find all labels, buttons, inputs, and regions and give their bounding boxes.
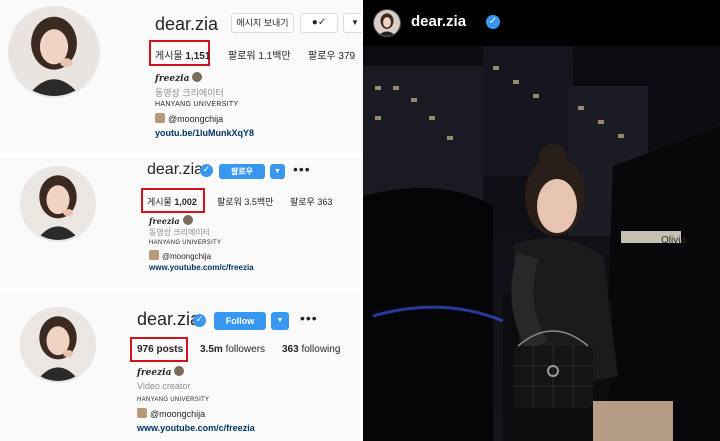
profile-screenshot-korean-1: dear.zia 메시지 보내기 ●✓ ▼ 게시물 1,151 팔로워 1.1백… [0,0,362,152]
post-author-avatar[interactable] [373,9,401,37]
face-emoji-icon [155,113,165,123]
following-count[interactable]: 363 following [282,344,340,355]
verified-badge-icon: ✓ [486,15,500,29]
bio-handle[interactable]: @moongchija [149,250,211,261]
post-author-username[interactable]: dear.zia [411,13,466,30]
cat-emoji-icon [174,366,185,376]
posts-count: 게시물 1,151 [155,51,211,62]
full-name: 𝒇𝒓𝒆𝒆𝒛𝒊𝒂 [155,72,203,84]
message-button[interactable]: 메시지 보내기 [231,13,294,33]
verified-badge-icon: ✓ [193,314,206,327]
username: dear.zia [155,14,219,34]
chevron-down-icon: ▼ [274,168,281,175]
cat-emoji-icon [182,215,193,225]
followed-dropdown-button[interactable]: ●✓ [300,13,338,33]
bio-link[interactable]: www.youtube.com/c/freezia [149,263,254,272]
posts-count: 게시물 1,002 [147,197,197,207]
profile-avatar[interactable] [20,166,96,242]
username: dear.zia [147,161,204,178]
bio-school: HANYANG UNIVERSITY [155,101,239,108]
profile-avatar[interactable] [8,6,100,98]
full-name: 𝒇𝒓𝒆𝒆𝒛𝒊𝒂 [137,366,185,378]
profile-avatar[interactable] [20,307,96,383]
bio-handle[interactable]: @moongchija [155,113,223,124]
following-count[interactable]: 팔로우 363 [290,195,332,208]
bio-title: 동영상 크리에이터 [149,228,211,237]
cat-emoji-icon [192,72,203,82]
face-emoji-icon [149,250,159,260]
chevron-down-icon: ▼ [351,18,359,27]
bio-link[interactable]: www.youtube.com/c/freezia [137,423,255,433]
bio-school: HANYANG UNIVERSITY [149,240,222,246]
full-name: 𝒇𝒓𝒆𝒆𝒛𝒊𝒂 [149,215,193,226]
post-photo[interactable]: Olivia [363,46,720,441]
profile-screenshot-english: dear.zia ✓ Follow ▼ ••• 976 posts 3.5m f… [0,295,362,441]
instagram-post: dear.zia ✓ Olivia [363,0,720,441]
followers-count[interactable]: 팔로워 1.1백만 [228,47,291,62]
bio-school: HANYANG UNIVERSITY [137,397,210,403]
bio-link[interactable]: youtu.be/1luMunkXqY8 [155,128,254,138]
suggested-chevron-button[interactable]: ▼ [271,312,289,330]
more-options-icon[interactable]: ••• [300,310,318,326]
profile-screenshot-korean-2: dear.zia ✓ 팔로우 ▼ ••• 게시물 1,002 팔로워 3.5백만… [0,158,362,288]
followers-count[interactable]: 3.5m followers [200,344,265,355]
suggested-chevron-button[interactable]: ▼ [343,13,362,33]
posts-count: 976 posts [137,344,184,355]
verified-badge-icon: ✓ [200,164,213,177]
follow-button[interactable]: 팔로우 [219,164,265,179]
post-header: dear.zia ✓ [363,0,720,46]
more-options-icon[interactable]: ••• [293,161,311,177]
followers-count[interactable]: 팔로워 3.5백만 [217,195,273,208]
face-emoji-icon [137,408,147,418]
follow-button[interactable]: Follow [214,312,266,330]
panel-divider [0,288,362,295]
sign-text: Olivia [661,235,687,246]
following-count[interactable]: 팔로우 379 [308,47,355,62]
username: dear.zia [137,309,201,329]
bio-title: 동영상 크리에이터 [155,88,224,98]
chevron-down-icon: ▼ [276,317,284,324]
suggested-chevron-button[interactable]: ▼ [270,164,285,179]
bio-title: Video creator [137,381,191,391]
bio-handle[interactable]: @moongchija [137,408,205,419]
person-check-icon: ●✓ [311,17,327,28]
